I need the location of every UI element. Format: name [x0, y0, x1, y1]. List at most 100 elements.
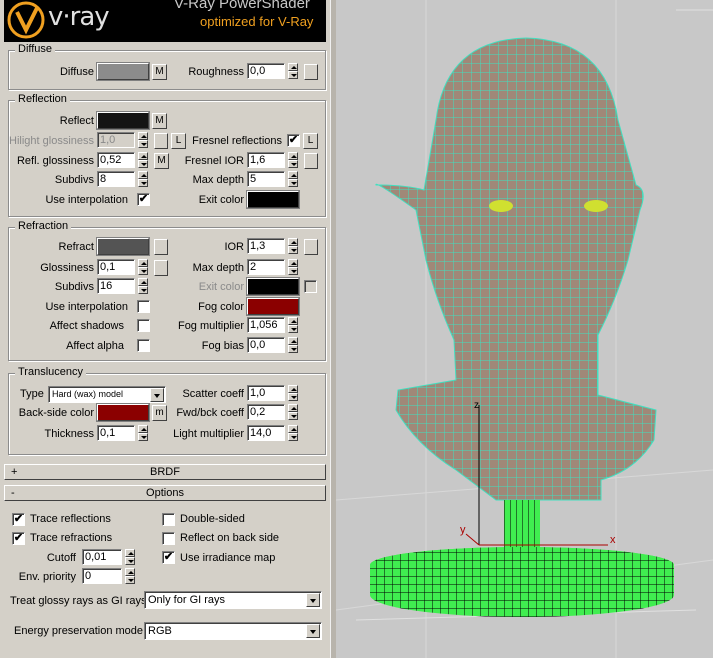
env-priority-spinner[interactable] — [125, 568, 135, 584]
group-title: Refraction — [15, 220, 72, 232]
refr-interpolation-label: Use interpolation — [45, 301, 128, 313]
back-side-map-button[interactable]: m — [152, 405, 167, 421]
hilight-map-button[interactable] — [154, 133, 168, 149]
banner-subtitle: optimized for V-Ray — [200, 14, 314, 29]
fresnel-reflections-checkbox[interactable]: ✔ — [287, 134, 300, 147]
refr-exit-color-checkbox[interactable] — [304, 280, 317, 293]
hilight-glossiness-spinner[interactable] — [138, 132, 148, 148]
env-priority-label: Env. priority — [18, 571, 76, 583]
scatter-coeff-input[interactable]: 1,0 — [247, 385, 285, 401]
refract-color-swatch[interactable] — [97, 238, 149, 255]
cutoff-spinner[interactable] — [125, 549, 135, 565]
light-multiplier-input[interactable]: 14,0 — [247, 425, 285, 441]
reflect-map-button[interactable]: M — [152, 113, 167, 129]
refr-glossiness-input[interactable]: 0,1 — [97, 259, 135, 275]
refl-interpolation-label: Use interpolation — [45, 194, 128, 206]
fog-bias-input[interactable]: 0,0 — [247, 337, 285, 353]
fog-multiplier-spinner[interactable] — [288, 317, 298, 333]
refr-exit-color-swatch[interactable] — [247, 278, 299, 295]
glossy-gi-label: Treat glossy rays as GI rays: — [10, 595, 150, 607]
refl-max-depth-input[interactable]: 5 — [247, 171, 285, 187]
affect-shadows-checkbox[interactable] — [137, 319, 150, 332]
brdf-rollout-title: BRDF — [150, 466, 180, 478]
chevron-down-icon — [306, 593, 320, 607]
fog-color-swatch[interactable] — [247, 298, 299, 315]
collapse-icon: - — [11, 487, 15, 499]
refr-subdivs-input[interactable]: 16 — [97, 278, 135, 294]
3d-viewport[interactable]: z x y — [336, 0, 713, 658]
fwd-bck-coeff-spinner[interactable] — [288, 404, 298, 420]
diffuse-color-swatch[interactable] — [97, 63, 149, 80]
fog-bias-spinner[interactable] — [288, 337, 298, 353]
hilight-lock-button[interactable]: L — [171, 133, 186, 149]
refl-glossiness-spinner[interactable] — [138, 152, 148, 168]
refr-glossiness-spinner[interactable] — [138, 259, 148, 275]
refr-subdivs-spinner[interactable] — [138, 278, 148, 294]
refl-glossiness-input[interactable]: 0,52 — [97, 152, 135, 168]
double-sided-checkbox[interactable] — [162, 513, 175, 526]
fog-bias-label: Fog bias — [201, 340, 244, 352]
fog-multiplier-input[interactable]: 1,056 — [247, 317, 285, 333]
translucency-type-dropdown[interactable]: Hard (wax) model — [48, 386, 166, 403]
refl-interpolation-checkbox[interactable]: ✔ — [137, 193, 150, 206]
light-multiplier-spinner[interactable] — [288, 425, 298, 441]
affect-alpha-checkbox[interactable] — [137, 339, 150, 352]
env-priority-input[interactable]: 0 — [82, 568, 122, 584]
ior-input[interactable]: 1,3 — [247, 238, 285, 254]
cutoff-label: Cutoff — [46, 552, 76, 564]
refr-max-depth-label: Max depth — [192, 262, 244, 274]
refr-max-depth-input[interactable]: 2 — [247, 259, 285, 275]
expand-icon: + — [11, 466, 18, 478]
hilight-glossiness-input[interactable]: 1,0 — [97, 132, 135, 148]
refr-subdivs-label: Subdivs — [54, 281, 94, 293]
use-irradiance-map-checkbox[interactable]: ✔ — [162, 551, 175, 564]
refl-max-depth-spinner[interactable] — [288, 171, 298, 187]
refl-subdivs-label: Subdivs — [54, 174, 94, 186]
cutoff-input[interactable]: 0,01 — [82, 549, 122, 565]
reflect-on-back-side-label: Reflect on back side — [180, 532, 280, 544]
refr-max-depth-spinner[interactable] — [288, 259, 298, 275]
thickness-spinner[interactable] — [138, 425, 148, 441]
refl-exit-color-swatch[interactable] — [247, 191, 299, 208]
reflect-on-back-side-checkbox[interactable] — [162, 532, 175, 545]
chevron-down-icon — [306, 624, 320, 638]
fwd-bck-coeff-label: Fwd/bck coeff — [176, 407, 244, 419]
group-title: Translucency — [15, 366, 87, 378]
refl-subdivs-input[interactable]: 8 — [97, 171, 135, 187]
brdf-rollout[interactable]: BRDF + — [4, 464, 326, 480]
roughness-map-button[interactable] — [304, 64, 318, 80]
scatter-coeff-spinner[interactable] — [288, 385, 298, 401]
refr-interpolation-checkbox[interactable] — [137, 300, 150, 313]
fwd-bck-coeff-input[interactable]: 0,2 — [247, 404, 285, 420]
ior-map-button[interactable] — [304, 239, 318, 255]
refl-subdivs-spinner[interactable] — [138, 171, 148, 187]
roughness-spinner[interactable] — [288, 63, 298, 79]
axis-x-label: x — [610, 534, 616, 546]
glossy-gi-dropdown[interactable]: Only for GI rays — [144, 591, 322, 609]
fresnel-ior-map-button[interactable] — [304, 153, 318, 169]
refract-map-button[interactable] — [154, 239, 168, 255]
trace-reflections-checkbox[interactable]: ✔ — [12, 513, 25, 526]
trace-refractions-checkbox[interactable]: ✔ — [12, 532, 25, 545]
thickness-label: Thickness — [44, 428, 94, 440]
refr-glossiness-map-button[interactable] — [154, 260, 168, 276]
energy-mode-dropdown[interactable]: RGB — [144, 622, 322, 640]
refl-max-depth-label: Max depth — [192, 174, 244, 186]
refl-glossiness-map-button[interactable]: M — [154, 153, 169, 169]
reflect-color-swatch[interactable] — [97, 112, 149, 129]
refract-label: Refract — [58, 241, 94, 253]
logo-text: v·ray — [48, 2, 110, 32]
fresnel-ior-spinner[interactable] — [288, 152, 298, 168]
roughness-input[interactable]: 0,0 — [247, 63, 285, 79]
ior-spinner[interactable] — [288, 238, 298, 254]
fog-color-label: Fog color — [198, 301, 244, 313]
fresnel-ior-input[interactable]: 1,6 — [247, 152, 285, 168]
thickness-input[interactable]: 0,1 — [97, 425, 135, 441]
fresnel-lock-button[interactable]: L — [303, 133, 318, 149]
pedestal-stem — [504, 500, 540, 550]
options-rollout[interactable]: Options - — [4, 485, 326, 501]
fog-multiplier-label: Fog multiplier — [177, 320, 244, 332]
diffuse-map-button[interactable]: M — [152, 64, 167, 80]
back-side-color-swatch[interactable] — [97, 404, 149, 421]
group-title: Diffuse — [15, 43, 56, 55]
